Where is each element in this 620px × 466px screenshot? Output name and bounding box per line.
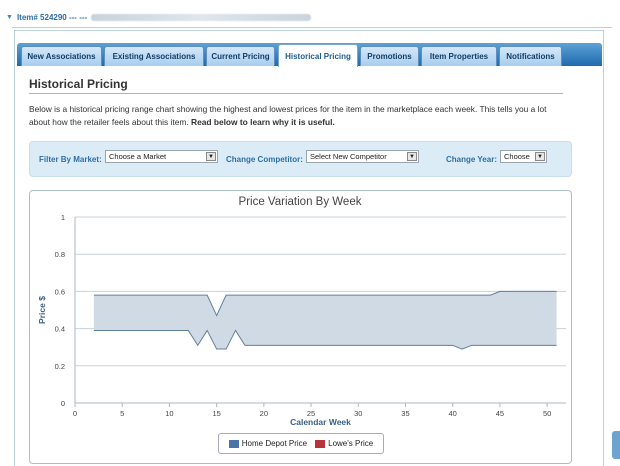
y-tick-label: 1 [61, 213, 65, 222]
legend-item-lowes[interactable]: Lowe's Price [315, 439, 373, 448]
x-tick-label: 20 [260, 409, 268, 418]
feedback-tab[interactable] [612, 431, 620, 459]
price-variation-chart: 00.20.40.60.810 5 10 15 20 25 30 35 40 45 50Calend… [37, 213, 566, 427]
x-tick-label: 40 [449, 409, 457, 418]
x-tick-label: 0 [73, 409, 77, 418]
x-tick-label: 30 [354, 409, 362, 418]
x-tick-label: 5 [120, 409, 124, 418]
x-tick-label: 15 [212, 409, 220, 418]
x-tick-label: 45 [496, 409, 504, 418]
y-tick-label: 0.2 [55, 362, 65, 371]
legend-swatch-lowes [315, 439, 326, 448]
x-tick-label: 35 [401, 409, 409, 418]
price-range-band [93, 291, 557, 350]
x-tick-label: 50 [543, 409, 551, 418]
y-tick-label: 0 [61, 399, 65, 408]
y-tick-label: 0.4 [55, 325, 65, 334]
y-axis-title: Price $ [37, 296, 47, 324]
x-tick-label: 10 [165, 409, 173, 418]
legend-swatch-home-depot [228, 439, 239, 448]
legend-label-home-depot: Home Depot Price [241, 439, 308, 448]
chart-legend: Home Depot Price Lowe's Price [218, 433, 384, 454]
legend-label-lowes: Lowe's Price [328, 439, 374, 448]
legend-item-home-depot[interactable]: Home Depot Price [228, 439, 308, 448]
y-tick-label: 0.6 [55, 287, 65, 296]
x-axis-title: Calendar Week [290, 417, 351, 427]
y-tick-label: 0.8 [55, 250, 65, 259]
